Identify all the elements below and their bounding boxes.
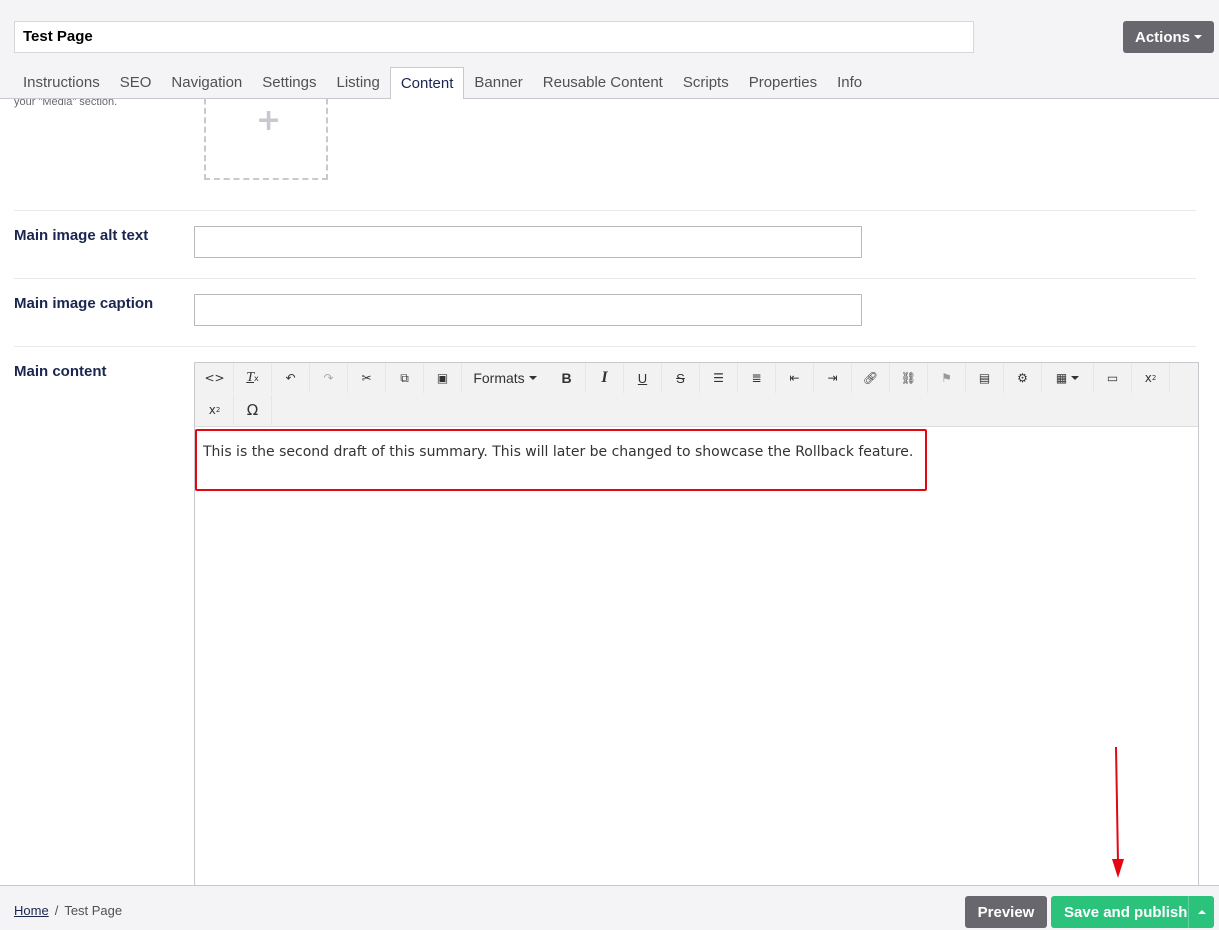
redo-icon[interactable]: ↷ bbox=[310, 363, 348, 393]
rich-text-editor: <> Tx ↶ ↷ ✂ ⧉ ▣ Formats B I U S ☰ ≣ ⇤ ⇥ … bbox=[194, 362, 1199, 885]
tab-scripts[interactable]: Scripts bbox=[673, 67, 739, 99]
chevron-down-icon bbox=[528, 376, 537, 380]
editor-toolbar: <> Tx ↶ ↷ ✂ ⧉ ▣ Formats B I U S ☰ ≣ ⇤ ⇥ … bbox=[195, 363, 1198, 427]
italic-icon[interactable]: I bbox=[586, 363, 624, 393]
actions-label: Actions bbox=[1134, 28, 1190, 46]
unlink-icon[interactable]: ⛓ bbox=[890, 363, 928, 393]
clear-formatting-icon[interactable]: Tx bbox=[234, 363, 272, 393]
plus-icon: + bbox=[256, 103, 282, 138]
special-character-icon[interactable]: Ω bbox=[234, 395, 272, 425]
chevron-up-icon bbox=[1197, 910, 1206, 914]
strikethrough-icon[interactable]: S bbox=[662, 363, 700, 393]
tab-content[interactable]: Content bbox=[389, 67, 465, 100]
tab-bar: Instructions SEO Navigation Settings Lis… bbox=[13, 67, 872, 100]
divider bbox=[14, 210, 1196, 211]
media-help-text: your "Media" section. bbox=[14, 99, 118, 108]
highlight-box bbox=[195, 429, 927, 491]
subscript-icon[interactable]: x2 bbox=[1132, 363, 1170, 393]
bullet-list-icon[interactable]: ☰ bbox=[700, 363, 738, 393]
image-icon[interactable]: ▤ bbox=[966, 363, 1004, 393]
link-icon[interactable]: 🔗︎ bbox=[852, 363, 890, 393]
underline-icon[interactable]: U bbox=[624, 363, 662, 393]
anchor-icon[interactable]: ⚑ bbox=[928, 363, 966, 393]
bold-icon[interactable]: B bbox=[548, 363, 586, 393]
alt-text-label: Main image alt text bbox=[14, 227, 149, 244]
outdent-icon[interactable]: ⇤ bbox=[776, 363, 814, 393]
copy-icon[interactable]: ⧉ bbox=[386, 363, 424, 393]
chevron-down-icon bbox=[1194, 35, 1202, 39]
preview-button[interactable]: Preview bbox=[965, 896, 1047, 928]
save-and-publish-label: Save and publish bbox=[1064, 903, 1188, 921]
tab-banner[interactable]: Banner bbox=[464, 67, 532, 99]
table-icon[interactable]: ▦ bbox=[1042, 363, 1094, 393]
chevron-down-icon bbox=[1071, 376, 1080, 380]
save-options-toggle[interactable] bbox=[1188, 896, 1214, 928]
tab-reusable-content[interactable]: Reusable Content bbox=[533, 67, 673, 99]
main-content-label: Main content bbox=[14, 363, 107, 380]
tab-listing[interactable]: Listing bbox=[326, 67, 389, 99]
source-code-icon[interactable]: <> bbox=[196, 363, 234, 393]
superscript-icon[interactable]: x2 bbox=[196, 395, 234, 425]
content-panel: your "Media" section. + Main image alt t… bbox=[0, 99, 1219, 885]
alt-text-input[interactable] bbox=[194, 226, 862, 258]
divider bbox=[14, 346, 1196, 347]
settings-icon[interactable]: ⚙ bbox=[1004, 363, 1042, 393]
breadcrumb-home[interactable]: Home bbox=[14, 903, 49, 918]
tab-seo[interactable]: SEO bbox=[110, 67, 162, 99]
save-and-publish-button[interactable]: Save and publish bbox=[1051, 896, 1214, 928]
formats-label: Formats bbox=[473, 370, 525, 386]
tab-properties[interactable]: Properties bbox=[739, 67, 827, 99]
tab-navigation[interactable]: Navigation bbox=[161, 67, 252, 99]
caption-label: Main image caption bbox=[14, 295, 154, 312]
main-image-picker[interactable]: + bbox=[204, 99, 328, 180]
actions-button[interactable]: Actions bbox=[1123, 21, 1214, 53]
fullscreen-icon[interactable]: ▭ bbox=[1094, 363, 1132, 393]
tab-instructions[interactable]: Instructions bbox=[13, 67, 110, 99]
numbered-list-icon[interactable]: ≣ bbox=[738, 363, 776, 393]
page-title-input[interactable]: Test Page bbox=[14, 21, 974, 53]
editor-header: Test Page Actions Instructions SEO Navig… bbox=[0, 0, 1219, 100]
caption-input[interactable] bbox=[194, 294, 862, 326]
undo-icon[interactable]: ↶ bbox=[272, 363, 310, 393]
breadcrumb-separator: / bbox=[54, 903, 59, 918]
breadcrumb: Home / Test Page bbox=[14, 903, 122, 918]
editor-content-area[interactable]: This is the second draft of this summary… bbox=[195, 428, 1198, 885]
divider bbox=[14, 278, 1196, 279]
formats-dropdown[interactable]: Formats bbox=[462, 363, 548, 393]
cut-icon[interactable]: ✂ bbox=[348, 363, 386, 393]
tab-settings[interactable]: Settings bbox=[252, 67, 326, 99]
editor-footer: Home / Test Page Preview Save and publis… bbox=[0, 885, 1219, 930]
indent-icon[interactable]: ⇥ bbox=[814, 363, 852, 393]
arrow-down-icon bbox=[1112, 746, 1124, 878]
breadcrumb-current: Test Page bbox=[64, 903, 123, 918]
tab-info[interactable]: Info bbox=[827, 67, 872, 99]
paste-icon[interactable]: ▣ bbox=[424, 363, 462, 393]
